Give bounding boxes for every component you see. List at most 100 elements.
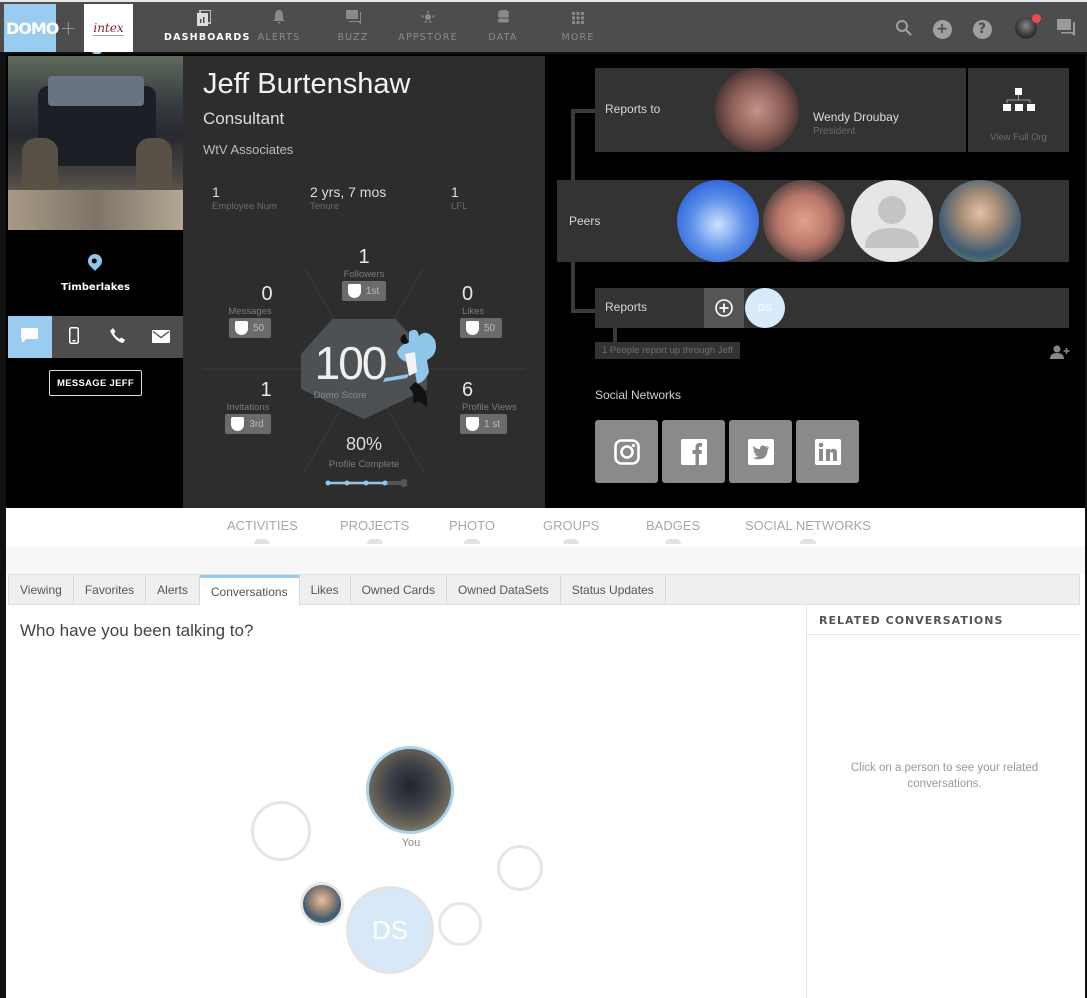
tab-indicator [464,539,480,544]
add-button[interactable]: + [931,18,953,40]
instagram-icon [613,438,640,465]
you-bubble[interactable] [366,746,454,834]
metric-value: 1 [358,246,370,268]
tab-status-updates[interactable]: Status Updates [561,575,666,605]
nav-appstore[interactable]: APPSTORE [388,10,468,43]
section-tab-social-networks[interactable]: SOCIAL NETWORKS [745,518,871,544]
envelope-icon [152,328,171,347]
metric-badge[interactable]: 1 st [460,414,508,434]
peer-avatar[interactable] [677,180,759,262]
nav-more[interactable]: MORE [538,10,618,43]
nav-label: ALERTS [257,32,301,43]
tab-owned-datasets[interactable]: Owned DataSets [447,575,561,605]
org-chart-icon [1003,88,1035,111]
metric-label: Profile Views [462,402,517,413]
manager-avatar[interactable] [715,68,799,152]
badge-text: 1 st [484,418,501,430]
chat-contact-button[interactable] [8,316,52,358]
tab-favorites[interactable]: Favorites [74,575,147,605]
metric-badge[interactable]: 1st [341,281,387,301]
section-tab-label: PHOTO [449,518,495,533]
buzz-chat-button[interactable] [1055,18,1077,40]
twitter-icon [747,438,774,465]
profile-complete-label: Profile Complete [328,459,400,470]
metric-invitations: 1 Invitations 3rd [203,379,293,435]
nav-label: DASHBOARDS [164,32,251,43]
section-tab-activities[interactable]: ACTIVITIES [227,518,298,544]
profile-header: Timberlakes MESSAGE JEFF Jeff Burtenshaw… [6,54,1085,508]
add-person-icon [1050,345,1070,359]
social-links [595,420,859,483]
domo-logo[interactable]: DOMO [4,4,59,52]
linkedin-button[interactable] [796,420,859,483]
twitter-button[interactable] [729,420,792,483]
section-tab-projects[interactable]: PROJECTS [340,518,409,544]
contact-bubble[interactable] [251,801,311,861]
section-tab-photo[interactable]: PHOTO [449,518,495,544]
profile-photo[interactable] [8,56,183,230]
search-button[interactable] [892,18,914,40]
metric-value: 6 [462,379,474,401]
contact-bubble-ds[interactable]: DS [346,886,434,974]
section-tab-groups[interactable]: GROUPS [543,518,599,544]
peer-avatar[interactable] [763,180,845,262]
shield-icon [466,321,479,335]
contact-bar [8,316,183,358]
brand-logo[interactable]: intex [84,4,133,52]
tab-owned-cards[interactable]: Owned Cards [351,575,447,605]
shield-icon [347,284,361,298]
tab-viewing[interactable]: Viewing [9,575,74,605]
report-avatar[interactable]: DS [745,288,785,328]
mobile-contact-button[interactable] [52,316,96,358]
progress-step [363,480,369,486]
tab-conversations[interactable]: Conversations [199,575,300,606]
section-tab-badges[interactable]: BADGES [646,518,700,544]
metric-value: 0 [462,283,474,305]
tab-alerts[interactable]: Alerts [146,575,200,605]
badge-text: 3rd [249,418,264,430]
tab-likes[interactable]: Likes [300,575,351,605]
email-contact-button[interactable] [139,316,183,358]
metric-badge[interactable]: 50 [460,318,503,338]
contact-bubble-photo[interactable] [300,882,344,926]
manager-title: President [813,126,856,137]
add-icon: + [932,19,952,39]
peers-label: Peers [569,214,601,228]
org-connector [613,328,617,342]
phone-icon [109,327,125,347]
nav-alerts[interactable]: ALERTS [239,10,319,43]
metric-label: Followers [343,269,385,280]
photo-detail [48,76,144,106]
facebook-icon [680,438,707,465]
phone-contact-button[interactable] [96,316,140,358]
peer-avatar-placeholder[interactable] [851,180,933,262]
nav-dashboards[interactable]: DASHBOARDS [164,9,251,43]
related-conversations-title: RELATED CONVERSATIONS [807,605,1081,635]
metric-badge[interactable]: 50 [228,318,272,338]
add-person-button[interactable] [1050,344,1070,363]
reports-card: Reports DS [595,288,1069,328]
org-chart: Reports to Wendy Droubay President View … [545,54,1085,508]
grid-icon [538,10,618,30]
help-button[interactable]: ? [971,18,993,40]
contact-bubble[interactable] [497,845,543,891]
activity-tabs: Viewing Favorites Alerts Conversations L… [8,574,1080,606]
nav-buzz[interactable]: BUZZ [313,10,393,43]
view-full-org-button[interactable]: View Full Org [968,68,1069,152]
org-connector [571,309,595,313]
manager-name[interactable]: Wendy Droubay [813,110,899,124]
metric-badge[interactable]: 3rd [225,414,271,434]
tab-indicator [366,539,383,544]
add-report-button[interactable] [704,288,744,328]
metric-followers: 1 Followers 1st [319,246,409,302]
instagram-button[interactable] [595,420,658,483]
facebook-button[interactable] [662,420,725,483]
contact-bubble[interactable] [438,902,482,946]
location-pin-icon [85,251,105,271]
badge-text: 1st [365,285,380,297]
nav-data[interactable]: DATA [463,10,543,43]
metric-label: Invitations [226,402,270,413]
message-button[interactable]: MESSAGE JEFF [49,370,142,396]
peer-avatar[interactable] [939,180,1021,262]
top-nav: DOMO + intex DASHBOARDS ALERTS BUZZ APPS… [0,0,1087,57]
